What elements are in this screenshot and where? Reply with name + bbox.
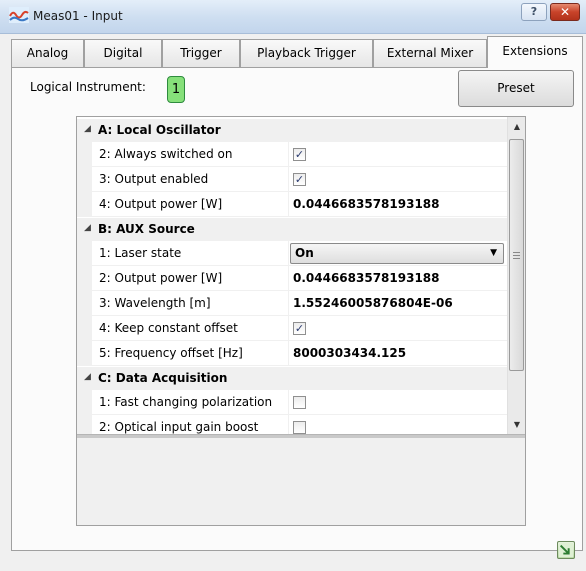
property-row: 3: Output enabled ✓ bbox=[77, 167, 507, 192]
laser-state-dropdown[interactable]: On ▼ bbox=[290, 243, 504, 264]
property-name: 2: Optical input gain boost bbox=[92, 415, 289, 434]
property-value: On ▼ bbox=[289, 241, 507, 266]
preset-button[interactable]: Preset bbox=[458, 70, 574, 107]
property-grid-rows: ◢ A: Local Oscillator 2: Always switched… bbox=[77, 117, 507, 434]
window-title: Meas01 - Input bbox=[33, 9, 123, 23]
fast-changing-polarization-checkbox[interactable] bbox=[293, 396, 306, 409]
property-name: 3: Wavelength [m] bbox=[92, 291, 289, 316]
chevron-down-icon[interactable]: ▼ bbox=[490, 244, 497, 263]
optical-input-gain-boost-checkbox[interactable] bbox=[293, 421, 306, 434]
property-name: 3: Output enabled bbox=[92, 167, 289, 192]
grip-icon bbox=[513, 252, 520, 259]
tab-playback-trigger[interactable]: Playback Trigger bbox=[240, 39, 373, 67]
property-name: 4: Keep constant offset bbox=[92, 316, 289, 341]
tab-digital[interactable]: Digital bbox=[84, 39, 162, 67]
always-switched-on-checkbox[interactable]: ✓ bbox=[293, 148, 306, 161]
aux-output-power-value[interactable]: 0.0446683578193188 bbox=[289, 266, 507, 291]
category-label: C: Data Acquisition bbox=[98, 371, 228, 385]
property-name: 1: Laser state bbox=[92, 241, 289, 266]
property-row: 1: Laser state On ▼ bbox=[77, 241, 507, 266]
property-value: ✓ bbox=[289, 167, 507, 192]
logical-instrument-badge[interactable]: 1 bbox=[167, 76, 185, 103]
category-aux-source[interactable]: ◢ B: AUX Source bbox=[77, 218, 507, 241]
property-name: 1: Fast changing polarization bbox=[92, 390, 289, 415]
help-button[interactable]: ? bbox=[521, 3, 547, 21]
property-value: ✓ bbox=[289, 316, 507, 341]
collapse-arrow-icon[interactable]: ◢ bbox=[84, 223, 91, 233]
property-name: 4: Output power [W] bbox=[92, 192, 289, 217]
property-row: 2: Always switched on ✓ bbox=[77, 142, 507, 167]
property-row: 4: Keep constant offset ✓ bbox=[77, 316, 507, 341]
wavelength-value[interactable]: 1.55246005876804E-06 bbox=[289, 291, 507, 316]
vertical-scrollbar[interactable]: ▲ ▼ bbox=[507, 117, 525, 434]
property-row: 2: Output power [W] 0.0446683578193188 bbox=[77, 266, 507, 291]
property-row: 1: Fast changing polarization bbox=[77, 390, 507, 415]
frequency-offset-value[interactable]: 8000303434.125 bbox=[289, 341, 507, 366]
category-local-oscillator[interactable]: ◢ A: Local Oscillator bbox=[77, 119, 507, 142]
category-data-acquisition[interactable]: ◢ C: Data Acquisition bbox=[77, 367, 507, 390]
title-bar[interactable]: Meas01 - Input ? ✕ bbox=[0, 0, 586, 34]
property-value bbox=[289, 390, 507, 415]
close-button[interactable]: ✕ bbox=[550, 3, 580, 21]
property-name: 5: Frequency offset [Hz] bbox=[92, 341, 289, 366]
property-value bbox=[289, 415, 507, 434]
output-enabled-checkbox[interactable]: ✓ bbox=[293, 173, 306, 186]
tab-analog[interactable]: Analog bbox=[11, 39, 84, 67]
property-row: 4: Output power [W] 0.0446683578193188 bbox=[77, 192, 507, 217]
collapse-arrow-icon[interactable]: ◢ bbox=[84, 124, 91, 134]
scroll-up-icon[interactable]: ▲ bbox=[508, 119, 526, 135]
app-wave-icon bbox=[9, 7, 29, 23]
tab-external-mixer[interactable]: External Mixer bbox=[373, 39, 487, 67]
category-label: B: AUX Source bbox=[98, 222, 195, 236]
property-name: 2: Always switched on bbox=[92, 142, 289, 167]
category-label: A: Local Oscillator bbox=[98, 123, 221, 137]
property-grid: ◢ A: Local Oscillator 2: Always switched… bbox=[76, 116, 526, 526]
tab-extensions[interactable]: Extensions bbox=[487, 36, 583, 68]
property-row: 2: Optical input gain boost bbox=[77, 415, 507, 434]
property-row: 5: Frequency offset [Hz] 8000303434.125 bbox=[77, 341, 507, 366]
keep-constant-offset-checkbox[interactable]: ✓ bbox=[293, 322, 306, 335]
scrollbar-thumb[interactable] bbox=[509, 139, 524, 371]
lo-output-power-value[interactable]: 0.0446683578193188 bbox=[289, 192, 507, 217]
logical-instrument-label: Logical Instrument: bbox=[30, 80, 146, 94]
property-name: 2: Output power [W] bbox=[92, 266, 289, 291]
property-row: 3: Wavelength [m] 1.55246005876804E-06 bbox=[77, 291, 507, 316]
dropdown-value: On bbox=[295, 246, 314, 260]
export-arrow-icon[interactable] bbox=[557, 541, 575, 559]
collapse-arrow-icon[interactable]: ◢ bbox=[84, 372, 91, 382]
scroll-down-icon[interactable]: ▼ bbox=[508, 417, 526, 433]
tab-trigger[interactable]: Trigger bbox=[162, 39, 240, 67]
property-value: ✓ bbox=[289, 142, 507, 167]
description-pane bbox=[77, 438, 525, 525]
